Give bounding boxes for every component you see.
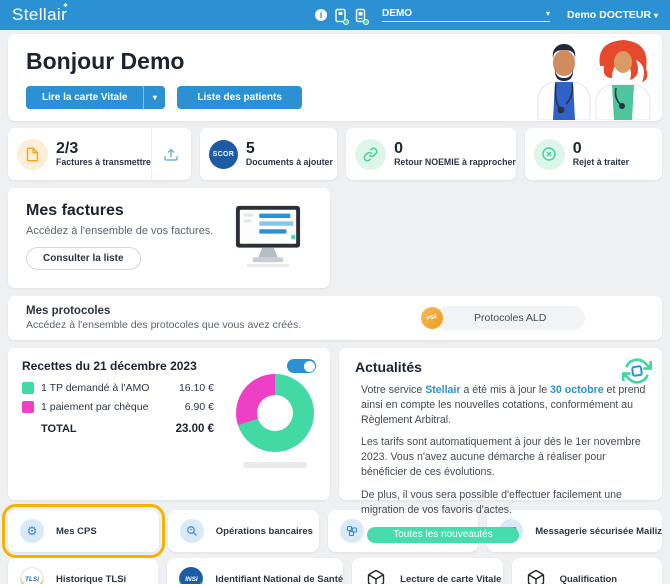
recettes-donut-chart [236,374,314,452]
gear-icon: ⚙ [20,519,44,543]
stat-value: 0 [394,139,403,157]
workspace-select[interactable]: DEMO ▾ [382,8,551,22]
sparkle-icon: ✦ [62,1,70,10]
recettes-toggle[interactable] [287,359,316,373]
toggle-knob [303,360,315,372]
stat-value: 5 [245,139,255,157]
chevron-down-icon: ▾ [653,11,658,20]
top-bar: Stellair ✦ i DEMO ▾ Demo DOCTEUR ▾ [0,0,670,30]
stellair-link[interactable]: Stellair [425,384,460,396]
stat-card-noemie[interactable]: 0 Retour NOEMIE à rapprocher [346,128,516,180]
news-paragraph-2: Les tarifs sont automatiquement à jour d… [361,436,641,479]
welcome-card: Bonjour Demo Lire la carte Vitale ▾ List… [8,34,662,121]
legend-swatch [22,401,34,413]
stat-label: Factures à transmettre [56,157,151,168]
x-circle-icon [533,138,565,170]
actualites-card: Actualités Votre service Stellair a été … [339,348,662,543]
bank-search-icon [179,519,204,543]
stat-card-documents[interactable]: SCOR 5 Documents à ajouter [199,128,338,180]
shortcut-mes-cps[interactable]: ⚙ Mes CPS [2,504,165,558]
section-title: Actualités [355,359,422,375]
batches-icon [339,519,364,543]
stat-label: Retour NOEMIE à rapprocher [394,157,516,168]
cps-card-status-icon[interactable] [334,8,350,25]
read-vitale-card-split-button: Lire la carte Vitale ▾ [26,86,166,109]
shortcut-qualification[interactable]: Qualification [511,558,662,584]
recettes-legend: 1 TP demandé à l'AMO 16.10 € 1 paiement … [22,382,214,435]
chevron-down-icon: ▾ [546,9,551,18]
donut-shadow [243,462,307,468]
section-title: Mes protocoles [26,305,111,317]
logo-text: Stellair [12,5,68,24]
card-reader-status-icon[interactable] [354,8,370,25]
legend-swatch [22,382,34,394]
doctors-illustration [537,40,651,120]
computer-monitor-illustration [235,205,301,268]
transmit-invoices-button[interactable] [150,128,191,180]
legend-row-cheque: 1 paiement par chèque 6.90 € [22,401,214,413]
legend-total-row: TOTAL 23.00 € [41,423,214,435]
cube-icon [524,569,548,584]
stat-card-factures[interactable]: 2/3 Factures à transmettre [8,128,191,180]
news-paragraph-1: Votre service Stellair a été mis à jour … [361,384,646,426]
stat-value: 2/3 [56,139,79,157]
stellair-logo: Stellair ✦ [12,1,69,25]
chevron-down-icon: ▾ [152,93,157,102]
factures-card: Mes factures Accédez à l'ensemble de vos… [8,188,330,288]
shortcut-historique-tlsi[interactable]: TLSi Historique TLSi [8,558,159,584]
status-ok-badge [343,18,350,25]
status-ok-badge [363,18,370,25]
read-vitale-card-dropdown[interactable]: ▾ [143,86,166,109]
date-link[interactable]: 30 octobre [550,384,604,396]
stat-label: Rejet à traiter [572,157,630,168]
insi-logo: INSi [179,567,204,584]
update-refresh-icon [622,358,652,384]
patients-list-button[interactable]: Liste des patients [177,86,302,109]
upload-tray-icon [164,148,179,161]
consult-list-button[interactable]: Consulter la liste [26,247,141,270]
protocoles-ald-button[interactable]: Protocoles ALD [435,306,586,330]
link-icon [355,138,387,170]
tlsi-logo: TLSi [20,567,44,584]
scor-badge: SCOR [208,139,238,169]
invoice-file-icon [17,138,48,170]
shortcut-operations-bancaires[interactable]: Opérations bancaires [167,510,319,552]
stat-value: 0 [572,139,582,157]
news-paragraph-3: De plus, il vous sera possible d'effectu… [361,488,622,516]
stat-label: Documents à ajouter [245,157,333,168]
read-vitale-card-button[interactable]: Lire la carte Vitale [26,86,144,109]
shortcut-identifiant-national-sante[interactable]: INSi Identifiant National de Santé [167,558,344,584]
info-icon[interactable]: i [315,9,328,21]
legend-row-amo: 1 TP demandé à l'AMO 16.10 € [22,382,214,394]
user-menu[interactable]: Demo DOCTEUR ▾ [567,9,658,21]
stat-card-rejets[interactable]: 0 Rejet à traiter [524,128,663,180]
recettes-card: Recettes du 21 décembre 2023 1 TP demand… [8,348,330,500]
all-news-button[interactable]: Toutes les nouveautés [367,526,519,543]
shortcut-lecture-carte-vitale[interactable]: Lecture de carte Vitale [352,558,503,584]
cube-icon [364,569,388,584]
section-description: Accédez à l'ensemble des protocoles que … [26,319,302,331]
protocoles-card: Mes protocoles Accédez à l'ensemble des … [8,296,662,340]
stellair-dashboard: Stellair ✦ i DEMO ▾ Demo DOCTEUR ▾ Bonjo… [0,0,670,584]
recettes-title: Recettes du 21 décembre 2023 [22,359,197,373]
